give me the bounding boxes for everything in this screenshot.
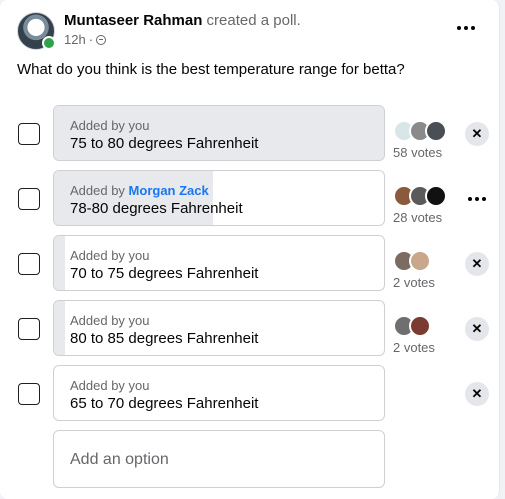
poll-option: Added by Morgan Zack 78-80 degrees Fahren… xyxy=(0,170,500,226)
post-meta: 12h · xyxy=(64,32,107,47)
add-option-box[interactable] xyxy=(53,430,385,489)
voter-avatars[interactable] xyxy=(393,120,447,142)
option-box[interactable]: Added by you 80 to 85 degrees Fahrenheit xyxy=(53,300,385,356)
added-by-text: Added by you xyxy=(70,378,150,393)
vote-count[interactable]: 2 votes xyxy=(393,340,435,355)
option-checkbox[interactable] xyxy=(18,123,40,145)
added-by-text: Added by you xyxy=(70,313,150,328)
voter-avatars[interactable] xyxy=(393,250,431,272)
vote-share-bar xyxy=(54,301,65,355)
option-checkbox[interactable] xyxy=(18,188,40,210)
option-checkbox[interactable] xyxy=(18,253,40,275)
poll-option: Added by you 70 to 75 degrees Fahrenheit 2… xyxy=(0,235,500,291)
post-timestamp[interactable]: 12h xyxy=(64,32,86,47)
option-box[interactable]: Added by you 65 to 70 degrees Fahrenheit xyxy=(53,365,385,421)
remove-option-close-icon[interactable]: ✕ xyxy=(465,317,489,341)
added-by-text: Added by Morgan Zack xyxy=(70,183,209,198)
added-by-prefix: Added by you xyxy=(70,118,150,133)
author-avatar-container[interactable] xyxy=(17,12,56,50)
vote-count[interactable]: 58 votes xyxy=(393,145,442,160)
option-label: 65 to 70 degrees Fahrenheit xyxy=(70,395,259,412)
added-by-user-link[interactable]: Morgan Zack xyxy=(129,183,209,198)
post-header-line: Muntaseer Rahman created a poll. xyxy=(64,12,301,29)
voter-avatar[interactable] xyxy=(425,185,447,207)
remove-option-close-icon[interactable]: ✕ xyxy=(465,382,489,406)
post-more-options-icon[interactable] xyxy=(453,18,479,38)
voter-avatar[interactable] xyxy=(425,120,447,142)
option-label: 78-80 degrees Fahrenheit xyxy=(70,200,243,217)
added-by-prefix: Added by you xyxy=(70,378,150,393)
post-action-text: created a poll. xyxy=(206,12,301,29)
poll-question: What do you think is the best temperatur… xyxy=(17,61,405,78)
added-by-text: Added by you xyxy=(70,118,150,133)
globe-icon[interactable] xyxy=(96,34,107,45)
meta-separator: · xyxy=(88,32,94,47)
option-checkbox[interactable] xyxy=(18,318,40,340)
remove-option-close-icon[interactable]: ✕ xyxy=(465,252,489,276)
vote-count[interactable]: 28 votes xyxy=(393,210,442,225)
added-by-text: Added by you xyxy=(70,248,150,263)
option-checkbox[interactable] xyxy=(18,383,40,405)
option-more-icon[interactable] xyxy=(465,187,489,211)
add-option-input[interactable] xyxy=(68,431,372,489)
voter-avatars[interactable] xyxy=(393,185,447,207)
option-box[interactable]: Added by you 70 to 75 degrees Fahrenheit xyxy=(53,235,385,291)
poll-option: Added by you 75 to 80 degrees Fahrenheit 5… xyxy=(0,105,500,161)
vote-count[interactable]: 2 votes xyxy=(393,275,435,290)
option-label: 70 to 75 degrees Fahrenheit xyxy=(70,265,259,282)
voter-avatar[interactable] xyxy=(409,250,431,272)
poll-option: Added by you 65 to 70 degrees Fahrenheit ✕ xyxy=(0,365,500,421)
voter-avatars[interactable] xyxy=(393,315,431,337)
option-label: 80 to 85 degrees Fahrenheit xyxy=(70,330,259,347)
poll-post-card: Muntaseer Rahman created a poll. 12h · W… xyxy=(0,0,500,499)
option-box[interactable]: Added by you 75 to 80 degrees Fahrenheit xyxy=(53,105,385,161)
added-by-prefix: Added by you xyxy=(70,248,150,263)
added-by-prefix: Added by xyxy=(70,183,129,198)
author-name-link[interactable]: Muntaseer Rahman xyxy=(64,12,202,29)
added-by-prefix: Added by you xyxy=(70,313,150,328)
poll-option: Added by you 80 to 85 degrees Fahrenheit 2… xyxy=(0,300,500,356)
online-status-indicator xyxy=(42,36,56,50)
voter-avatar[interactable] xyxy=(409,315,431,337)
vote-share-bar xyxy=(54,236,65,290)
option-box[interactable]: Added by Morgan Zack 78-80 degrees Fahren… xyxy=(53,170,385,226)
remove-option-close-icon[interactable]: ✕ xyxy=(465,122,489,146)
option-label: 75 to 80 degrees Fahrenheit xyxy=(70,135,259,152)
